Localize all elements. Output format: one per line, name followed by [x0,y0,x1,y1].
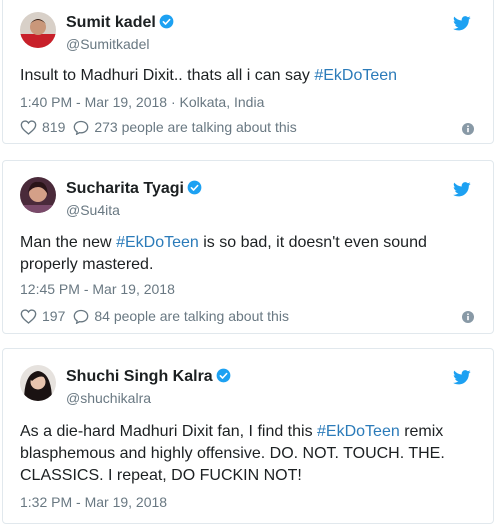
tweet-card: Shuchi Singh Kalra @shuchikalra As a die… [2,348,494,524]
verified-icon [187,180,202,195]
twitter-bird-icon[interactable] [453,16,471,31]
tweet-meta: 12:45 PM - Mar 19, 2018 [20,281,175,297]
comment-bubble-icon[interactable] [73,309,89,324]
author-name-row[interactable]: Sumit kadel [66,14,174,32]
hashtag-link[interactable]: #EkDoTeen [314,67,397,84]
tweet-actions: 197 84 people are talking about this [20,308,289,324]
timestamp-link[interactable]: 1:32 PM - Mar 19, 2018 [20,494,167,510]
author-name[interactable]: Sucharita Tyagi [66,180,184,197]
author-handle[interactable]: @Su4ita [66,202,120,218]
tweet-meta: 1:40 PM - Mar 19, 2018 · Kolkata, India [20,94,264,110]
tweet-text-part: Insult to Madhuri Dixit.. thats all i ca… [20,67,315,84]
tweet-card: Sumit kadel @Sumitkadel Insult to Madhur… [2,0,494,144]
tweet-text: As a die-hard Madhuri Dixit fan, I find … [20,421,475,487]
tweet-text: Insult to Madhuri Dixit.. thats all i ca… [20,65,475,87]
tweet-meta: 1:32 PM - Mar 19, 2018 [20,494,167,510]
tweet-text-part: Man the new [20,234,117,251]
author-name-row[interactable]: Sucharita Tyagi [66,180,202,198]
timestamp-link[interactable]: 12:45 PM - Mar 19, 2018 [20,281,175,297]
twitter-bird-icon[interactable] [453,370,471,385]
tweet-text-part: As a die-hard Madhuri Dixit fan, I find … [20,423,318,440]
author-name-row[interactable]: Shuchi Singh Kalra [66,368,231,386]
heart-icon[interactable] [20,308,37,324]
avatar[interactable] [20,365,56,401]
tweet-text: Man the new #EkDoTeen is so bad, it does… [20,232,475,276]
verified-icon [159,14,174,29]
info-icon[interactable] [462,123,474,135]
like-count[interactable]: 197 [42,308,65,324]
comment-bubble-icon[interactable] [73,120,89,135]
avatar[interactable] [20,12,56,48]
info-icon[interactable] [462,311,474,323]
tweet-actions: 819 273 people are talking about this [20,119,297,135]
heart-icon[interactable] [20,119,37,135]
verified-icon [216,368,231,383]
location: · Kolkata, India [167,94,265,110]
author-name[interactable]: Shuchi Singh Kalra [66,368,213,385]
talking-count[interactable]: 84 people are talking about this [94,308,289,324]
timestamp-link[interactable]: 1:40 PM - Mar 19, 2018 [20,94,167,110]
hashtag-link[interactable]: #EkDoTeen [116,234,199,251]
author-handle[interactable]: @Sumitkadel [66,36,149,52]
hashtag-link[interactable]: #EkDoTeen [317,423,400,440]
talking-count[interactable]: 273 people are talking about this [94,119,296,135]
author-handle[interactable]: @shuchikalra [66,390,151,406]
twitter-bird-icon[interactable] [453,182,471,197]
avatar[interactable] [20,177,56,213]
tweet-card: Sucharita Tyagi @Su4ita Man the new #EkD… [2,160,494,334]
author-name[interactable]: Sumit kadel [66,14,156,31]
like-count[interactable]: 819 [42,119,65,135]
